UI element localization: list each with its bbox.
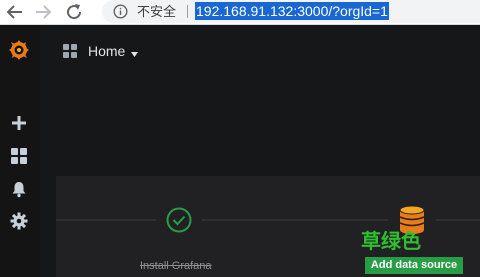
gear-icon[interactable]	[10, 212, 28, 230]
bell-icon[interactable]	[10, 180, 28, 198]
step-connector	[56, 219, 156, 221]
step-connector	[436, 219, 480, 221]
browser-toolbar: 不安全 192.168.91.132:3000/?orgId=1	[0, 0, 480, 25]
grid-icon	[62, 43, 78, 59]
sidemenu	[0, 25, 40, 277]
info-icon[interactable]	[113, 4, 128, 19]
dashboard-navbar: Home	[40, 25, 480, 75]
address-divider	[187, 5, 188, 18]
check-circle-icon	[166, 207, 192, 233]
grafana-logo-icon[interactable]	[8, 39, 30, 61]
add-data-source-button[interactable]: Add data source	[365, 257, 463, 274]
back-arrow-icon[interactable]	[6, 2, 24, 22]
reload-icon[interactable]	[64, 2, 84, 22]
dashboards-grid-icon[interactable]	[10, 147, 28, 165]
watermark-text: 草绿色	[361, 231, 421, 253]
security-label: 不安全	[137, 4, 177, 19]
address-bar[interactable]: 不安全 192.168.91.132:3000/?orgId=1	[102, 0, 480, 23]
step-label-install-grafana[interactable]: Install Grafana	[140, 260, 212, 273]
dashboard-title[interactable]: Home	[88, 42, 125, 60]
step-connector	[202, 219, 388, 221]
plus-icon[interactable]	[10, 114, 28, 132]
url-text[interactable]: 192.168.91.132:3000/?orgId=1	[195, 2, 389, 20]
forward-arrow-icon[interactable]	[34, 2, 52, 22]
chevron-down-icon	[130, 46, 139, 57]
